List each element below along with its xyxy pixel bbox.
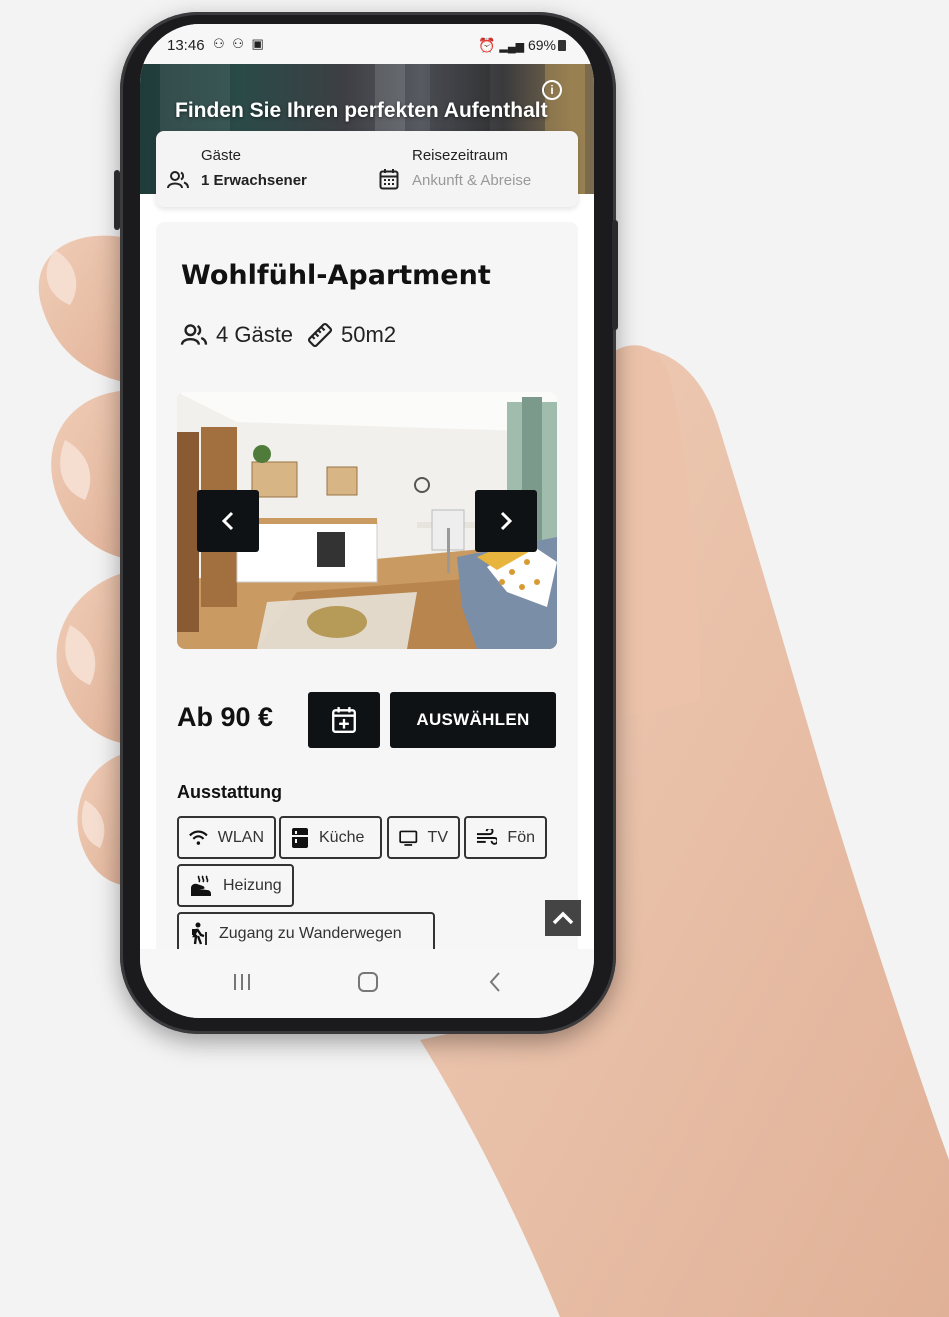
home-icon[interactable]	[357, 971, 379, 993]
period-label: Reisezeitraum	[412, 147, 508, 164]
status-bar: 13:46 ⚇ ⚇ ▣ ⏰ ▂▄▆ 69%	[140, 24, 594, 64]
carousel-prev-button[interactable]	[197, 490, 259, 552]
users-icon	[180, 324, 208, 345]
battery-icon	[558, 40, 566, 51]
listing-size: 50m2	[341, 322, 397, 347]
heating-hand-icon	[191, 874, 211, 896]
fridge-icon	[292, 827, 308, 848]
amenities-title: Ausstattung	[177, 782, 282, 802]
phone-screen: 13:46 ⚇ ⚇ ▣ ⏰ ▂▄▆ 69% Finden Sie Ihren p…	[140, 24, 594, 1018]
amenity-chip-wlan: WLAN	[177, 816, 276, 859]
recent-apps-icon[interactable]	[232, 971, 252, 993]
phone-volume-button	[612, 220, 618, 330]
amenity-chip-kueche: Küche	[279, 816, 382, 859]
scroll-top-button[interactable]	[545, 900, 581, 936]
amenity-chip-tv: TV	[387, 816, 460, 859]
calendar-button[interactable]	[308, 692, 380, 748]
ruler-icon	[307, 322, 333, 348]
amenity-label: WLAN	[217, 828, 264, 846]
period-input[interactable]: Ankunft & Abreise	[412, 172, 531, 189]
amenity-chip-heizung: Heizung	[177, 864, 294, 907]
chevron-right-icon	[500, 511, 513, 531]
hero-title: Finden Sie Ihren perfekten Aufenthalt	[175, 99, 548, 122]
users-icon	[167, 171, 189, 189]
listing-card: Wohlfühl-Apartment 4 Gäste 50m2 Ab 90 € …	[156, 222, 578, 982]
listing-photo	[177, 392, 557, 649]
hiking-icon	[192, 922, 207, 945]
notification-icons: ⚇ ⚇ ▣	[213, 36, 266, 51]
guests-label: Gäste	[201, 147, 242, 164]
carousel-next-button[interactable]	[475, 490, 537, 552]
search-card: Gäste 1 Erwachsener Reisezeitraum Ankunf…	[156, 131, 578, 207]
listing-title: Wohlfühl-Apartment	[181, 260, 491, 291]
listing-price: Ab 90 €	[177, 702, 274, 732]
status-time: 13:46	[167, 37, 205, 54]
amenity-label: Heizung	[223, 876, 282, 894]
amenity-label: Küche	[319, 828, 365, 846]
signal-icon: ▂▄▆	[499, 41, 525, 53]
tv-icon	[399, 830, 418, 846]
phone-side-button	[114, 170, 120, 230]
status-right: ⏰ ▂▄▆ 69%	[478, 37, 566, 54]
wind-icon	[476, 828, 498, 845]
amenity-chip-foen: Fön	[464, 816, 547, 859]
select-button[interactable]: AUSWÄHLEN	[390, 692, 556, 748]
info-icon[interactable]: i	[542, 80, 562, 100]
amenity-label: Fön	[507, 828, 535, 846]
wifi-icon	[189, 830, 208, 845]
amenity-label: Zugang zu Wanderwegen	[219, 924, 402, 942]
battery-percent: 69%	[527, 37, 556, 53]
system-nav-bar	[140, 949, 594, 1018]
chevron-up-icon	[552, 911, 574, 925]
alarm-icon: ⏰	[478, 37, 496, 53]
calendar-plus-icon	[332, 707, 356, 734]
listing-guests: 4 Gäste	[216, 322, 294, 347]
back-icon[interactable]	[487, 971, 503, 993]
guests-value[interactable]: 1 Erwachsener	[201, 172, 307, 189]
calendar-icon	[379, 169, 399, 190]
chevron-left-icon	[221, 511, 234, 531]
amenity-label: TV	[427, 828, 448, 846]
listing-meta: 4 Gäste 50m2	[180, 322, 396, 348]
